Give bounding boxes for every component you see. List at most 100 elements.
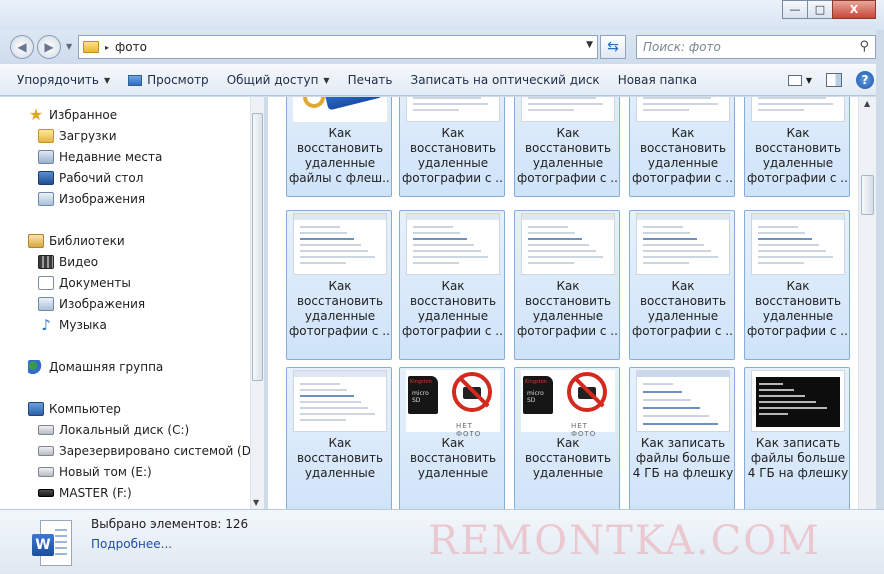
- back-button[interactable]: ◀: [10, 35, 34, 59]
- close-button[interactable]: X: [832, 0, 876, 19]
- nav-label: Музыка: [59, 318, 107, 332]
- share-label: Общий доступ: [226, 73, 319, 87]
- sd-brand-text: Kingston: [525, 379, 547, 385]
- refresh-button[interactable]: ⇆: [600, 35, 626, 59]
- file-thumbnail: [293, 213, 387, 275]
- screenshot-line-graphic: [300, 256, 375, 258]
- change-view-icon[interactable]: [787, 74, 802, 86]
- nav-scrollbar[interactable]: ▼: [250, 97, 264, 509]
- file-tile[interactable]: Как восстановить удаленные фотографии с ...: [286, 210, 392, 360]
- nav-item-drive-c[interactable]: Локальный диск (C:): [38, 420, 189, 440]
- file-tile[interactable]: Kingston micro SD НЕТ ФОТО Как восстановить у…: [399, 367, 505, 509]
- screenshot-line-graphic: [413, 232, 460, 234]
- file-name-line: удаленные: [417, 309, 489, 323]
- file-tile[interactable]: Как восстановить удаленные фотографии с ...: [629, 97, 735, 197]
- nav-item-pictures-lib[interactable]: Изображения: [38, 294, 145, 314]
- usb-drive-icon: [38, 489, 54, 497]
- file-name-line: фотографии с ...: [402, 171, 504, 185]
- nav-label: Локальный диск (C:): [59, 423, 190, 437]
- file-name-line: удаленные: [304, 466, 376, 480]
- file-tile[interactable]: Как восстановить удаленные фотографии с ...: [514, 210, 620, 360]
- nav-computer[interactable]: Компьютер: [28, 399, 121, 419]
- preview-pane-icon[interactable]: [826, 73, 842, 87]
- help-icon[interactable]: ?: [856, 71, 874, 89]
- new-folder-button[interactable]: Новая папка: [609, 73, 706, 87]
- address-bar[interactable]: ▸ фото ▼: [78, 35, 598, 59]
- nav-item-pictures[interactable]: Изображения: [38, 189, 145, 209]
- nav-favorites[interactable]: ★ Избранное: [28, 105, 117, 125]
- nav-homegroup[interactable]: Домашняя группа: [28, 357, 163, 377]
- print-button[interactable]: Печать: [339, 73, 402, 87]
- nav-item-music[interactable]: ♪ Музыка: [38, 315, 107, 335]
- file-tile[interactable]: Как восстановить удаленные фотографии с ...: [514, 97, 620, 197]
- file-tile[interactable]: Как восстановить удаленные файлы с флеш...: [286, 97, 392, 197]
- nav-item-drive-d[interactable]: Зарезервировано системой (D:): [38, 441, 260, 461]
- address-dropdown-icon[interactable]: ▼: [586, 40, 593, 50]
- organize-button[interactable]: Упорядочить ▼: [0, 73, 119, 87]
- file-tile[interactable]: Как восстановить удаленные фотографии с ...: [744, 210, 850, 360]
- file-thumbnail: [636, 370, 730, 432]
- nav-item-drive-e[interactable]: Новый том (E:): [38, 462, 152, 482]
- nav-item-downloads[interactable]: Загрузки: [38, 126, 117, 146]
- console-line-graphic: [759, 389, 794, 391]
- sd-card-graphic: Kingston micro SD: [523, 376, 553, 414]
- file-name-line: восстановить: [754, 294, 842, 308]
- screenshot-line-graphic: [758, 250, 826, 252]
- preview-button[interactable]: Просмотр: [119, 73, 218, 87]
- screenshot-line-graphic: [300, 262, 346, 264]
- nav-label: Изображения: [59, 297, 146, 311]
- screenshot-line-graphic: [300, 238, 354, 240]
- window-frame: [876, 30, 884, 574]
- breadcrumb-separator-icon[interactable]: ▸: [105, 43, 109, 52]
- nav-item-documents[interactable]: Документы: [38, 273, 131, 293]
- file-tile[interactable]: Как восстановить удаленные фотографии с ...: [399, 97, 505, 197]
- nav-label: Видео: [59, 255, 99, 269]
- file-name-line: Как: [671, 126, 695, 140]
- share-button[interactable]: Общий доступ ▼: [218, 73, 339, 87]
- history-dropdown-icon[interactable]: ▼: [66, 42, 72, 51]
- screenshot-line-graphic: [528, 109, 574, 111]
- screenshot-line-graphic: [300, 401, 361, 403]
- dialog-line-graphic: [643, 415, 709, 417]
- nav-item-recent-places[interactable]: Недавние места: [38, 147, 162, 167]
- maximize-button[interactable]: □: [807, 0, 833, 19]
- minimize-button[interactable]: —: [782, 0, 808, 19]
- ring-graphic: [303, 97, 325, 108]
- file-tile[interactable]: Как восстановить удаленные: [286, 367, 392, 509]
- library-icon: [28, 234, 44, 248]
- breadcrumb-folder[interactable]: фото: [115, 40, 147, 54]
- drive-icon: [38, 446, 54, 456]
- scrollbar-thumb[interactable]: [252, 113, 263, 381]
- scroll-up-icon[interactable]: ▲: [864, 99, 870, 108]
- file-tile[interactable]: Как записать файлы больше 4 ГБ на флешку: [629, 367, 735, 509]
- file-tile[interactable]: Kingston micro SD НЕТ ФОТО Как восстановить у…: [514, 367, 620, 509]
- file-name-line: Как: [556, 436, 580, 450]
- burn-disc-button[interactable]: Записать на оптический диск: [402, 73, 609, 87]
- nav-item-video[interactable]: Видео: [38, 252, 98, 272]
- screenshot-line-graphic: [413, 238, 467, 240]
- file-tile[interactable]: Как записать файлы больше 4 ГБ на флешку: [744, 367, 850, 509]
- more-details-link[interactable]: Подробнее...: [91, 537, 172, 551]
- nav-item-drive-f[interactable]: MASTER (F:): [38, 483, 132, 503]
- desktop-icon: [38, 171, 54, 185]
- file-tile[interactable]: Как восстановить удаленные фотографии с ...: [399, 210, 505, 360]
- scrollbar-thumb[interactable]: [861, 175, 874, 215]
- nav-libraries[interactable]: Библиотеки: [28, 231, 125, 251]
- file-tile[interactable]: Как восстановить удаленные фотографии с ...: [629, 210, 735, 360]
- scroll-down-icon[interactable]: ▼: [253, 498, 259, 507]
- file-tile[interactable]: Как восстановить удаленные фотографии с ...: [744, 97, 850, 197]
- console-line-graphic: [759, 383, 783, 385]
- file-name-line: восстановить: [524, 141, 612, 155]
- forward-button[interactable]: ▶: [37, 35, 61, 59]
- nav-item-desktop[interactable]: Рабочий стол: [38, 168, 143, 188]
- burn-disc-label: Записать на оптический диск: [410, 73, 600, 87]
- content-scrollbar[interactable]: ▲: [858, 97, 876, 509]
- chevron-down-icon[interactable]: ▼: [806, 76, 812, 85]
- search-icon[interactable]: ⚲: [859, 39, 869, 54]
- search-placeholder: Поиск: фото: [643, 40, 721, 54]
- file-thumbnail: [636, 213, 730, 275]
- screenshot-line-graphic: [758, 232, 805, 234]
- file-name-line: восстановить: [409, 294, 497, 308]
- file-name-line: файлы с флеш...: [289, 171, 391, 185]
- search-input[interactable]: Поиск: фото ⚲: [636, 35, 876, 59]
